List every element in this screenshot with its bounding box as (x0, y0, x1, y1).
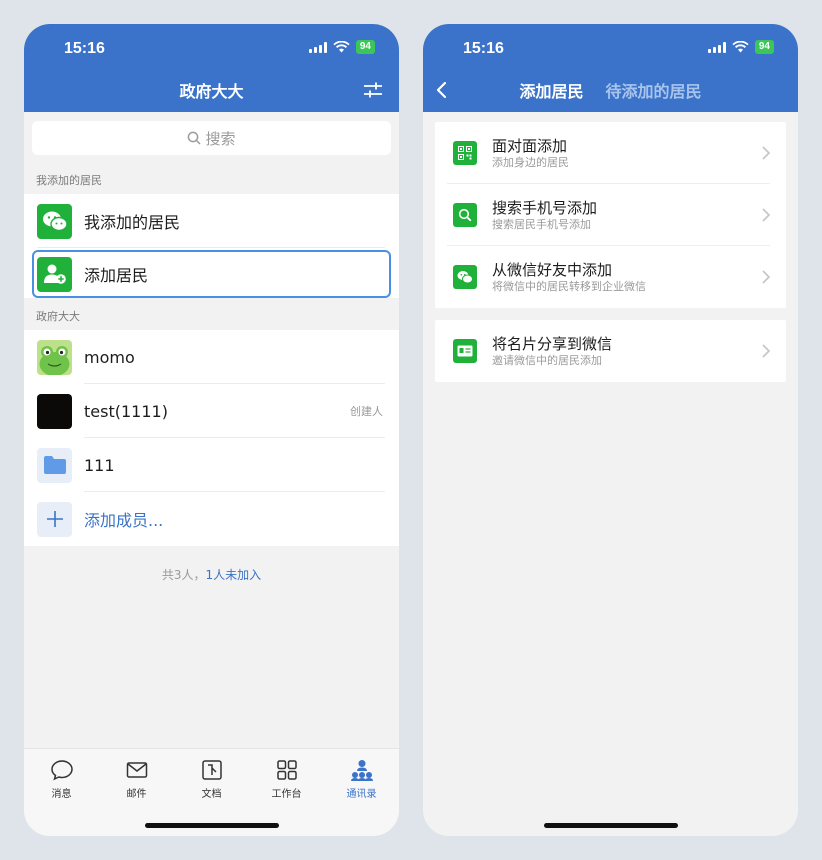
search-placeholder: 搜索 (205, 129, 236, 148)
nav-bar: 政府大大 (24, 68, 399, 112)
section-header-mine: 我添加的居民 (36, 174, 102, 187)
header: 15:16 94 政府大大 (24, 24, 399, 112)
members-list: momo test(1111) 创建人 111 添加成员... (24, 330, 399, 546)
chevron-right-icon (762, 270, 770, 284)
business-card-icon (453, 339, 477, 363)
share-card-to-wechat[interactable]: 将名片分享到微信 邀请微信中的居民添加 (435, 320, 786, 382)
tab-pending-residents[interactable]: 待添加的居民 (606, 78, 702, 102)
member-row-111[interactable]: 111 (24, 438, 399, 492)
back-chevron-icon[interactable] (431, 79, 453, 101)
wechat-icon (453, 265, 477, 289)
dark-avatar (37, 393, 72, 429)
status-bar: 15:16 94 (24, 24, 399, 68)
member-row-test[interactable]: test(1111) 创建人 (24, 384, 399, 438)
tab-add-resident[interactable]: 添加居民 (519, 78, 583, 102)
frog-avatar (37, 339, 72, 375)
creator-badge: 创建人 (350, 405, 383, 418)
member-name: momo (84, 347, 135, 367)
chevron-right-icon (762, 208, 770, 222)
wechat-icon (37, 203, 72, 239)
battery-indicator: 94 (754, 40, 774, 54)
document-icon (201, 760, 222, 780)
tab-messages[interactable]: 消息 (24, 749, 99, 836)
plus-icon (37, 501, 72, 537)
not-joined-link[interactable]: 1人未加入 (206, 568, 262, 582)
grid-icon (276, 760, 297, 780)
signal-icon (308, 41, 327, 53)
page-title: 政府大大 (179, 82, 244, 101)
wifi-icon (732, 41, 749, 53)
member-count: 共3人，1人未加入 (161, 568, 262, 582)
member-name: test(1111) (84, 401, 168, 421)
list-item-add-resident[interactable]: 添加居民 (32, 250, 391, 298)
add-member-label: 添加成员... (84, 511, 164, 530)
tab-contacts[interactable]: 通讯录 (324, 749, 399, 836)
list-item-label: 添加居民 (84, 266, 149, 285)
nav-bar: 添加居民 待添加的居民 (423, 68, 798, 112)
wechat-friends-add[interactable]: 从微信好友中添加 将微信中的居民转移到企业微信 (435, 246, 786, 308)
home-indicator (543, 823, 678, 828)
wifi-icon (333, 41, 350, 53)
section-header-org: 政府大大 (36, 310, 80, 323)
segment-tabs: 添加居民 待添加的居民 (519, 78, 701, 102)
header: 15:16 94 添加居民 待添加的居民 (423, 24, 798, 112)
filter-settings-icon[interactable] (363, 80, 383, 100)
member-row-momo[interactable]: momo (24, 330, 399, 384)
search-icon (453, 203, 477, 227)
face-to-face-add[interactable]: 面对面添加 添加身边的居民 (435, 122, 786, 184)
contacts-screen: 15:16 94 政府大大 搜索 我添加的居民 我添加的居民 添加居民 政府大大… (24, 24, 399, 836)
status-bar: 15:16 94 (423, 24, 798, 68)
chevron-right-icon (762, 146, 770, 160)
list-item-label: 我添加的居民 (84, 213, 181, 232)
status-time: 15:16 (463, 40, 504, 57)
chevron-right-icon (762, 344, 770, 358)
signal-icon (707, 41, 726, 53)
search-input[interactable]: 搜索 (32, 121, 391, 155)
add-member-button[interactable]: 添加成员... (24, 492, 399, 546)
search-phone-add[interactable]: 搜索手机号添加 搜索居民手机号添加 (435, 184, 786, 246)
share-card: 将名片分享到微信 邀请微信中的居民添加 (435, 320, 786, 382)
folder-icon (37, 447, 72, 483)
search-icon (188, 131, 202, 145)
add-resident-screen: 15:16 94 添加居民 待添加的居民 面对面添加 添加身边的居民 搜索手机号… (423, 24, 798, 836)
contacts-icon (350, 760, 373, 781)
battery-indicator: 94 (355, 40, 375, 54)
add-methods-card: 面对面添加 添加身边的居民 搜索手机号添加 搜索居民手机号添加 从微信好友中添加… (435, 122, 786, 308)
bottom-tab-bar: 消息 邮件 文档 工作台 通讯录 (24, 748, 399, 836)
chat-bubble-icon (50, 760, 73, 781)
qr-code-icon (453, 141, 477, 165)
mail-icon (126, 762, 147, 778)
home-indicator (144, 823, 279, 828)
member-name: 111 (84, 455, 115, 475)
status-time: 15:16 (64, 40, 105, 57)
add-user-icon (37, 256, 72, 292)
list-item-my-residents[interactable]: 我添加的居民 (24, 194, 399, 248)
my-residents-list: 我添加的居民 添加居民 (24, 194, 399, 298)
